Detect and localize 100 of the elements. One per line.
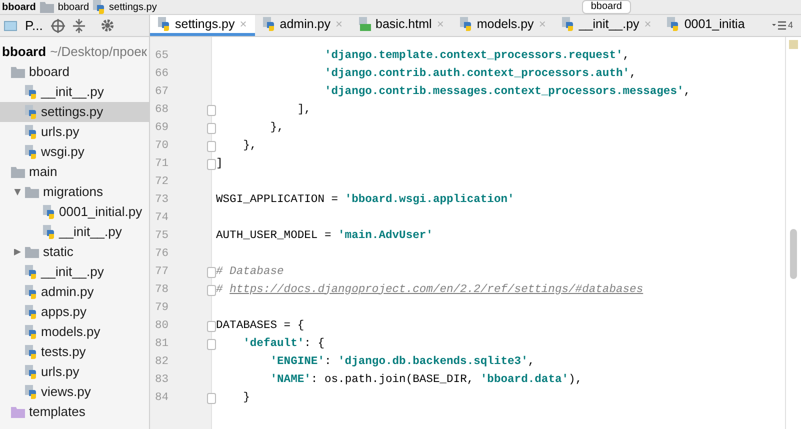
html-file-icon (358, 17, 371, 31)
tree-item-label: wsgi.py (41, 143, 84, 162)
tab-label: 0001_initia (684, 16, 745, 33)
tree-item-label: __init__.py (41, 83, 104, 102)
line-number: 67 (154, 84, 170, 100)
tab-label: models.py (476, 16, 534, 33)
tree-item[interactable]: urls.py (0, 122, 149, 142)
python-file-icon (562, 17, 574, 31)
tree-item-label: __init__.py (59, 223, 122, 242)
tree-item[interactable]: __init__.py (0, 82, 149, 102)
run-config-dropdown[interactable]: bboard (582, 0, 631, 14)
line-number: 70 (154, 138, 170, 154)
tab-label: settings.py (175, 16, 235, 33)
settings-icon[interactable] (100, 19, 114, 32)
python-file-icon (667, 17, 680, 31)
editor-tab[interactable]: 0001_initia (659, 15, 753, 36)
tree-item[interactable]: apps.py (0, 302, 149, 322)
tree-item-label: templates (29, 403, 86, 422)
fold-marker-icon[interactable] (207, 104, 216, 116)
line-number: 84 (154, 390, 170, 406)
crosshair-icon[interactable] (50, 18, 65, 32)
tree-item-label: admin.py (41, 283, 94, 302)
fold-marker-icon[interactable] (207, 158, 216, 170)
python-file-icon (25, 305, 37, 319)
tree-item[interactable]: urls.py (0, 362, 149, 382)
editor-tab[interactable]: models.py × (452, 15, 554, 36)
code-line: } (242, 390, 250, 406)
code-line: AUTH_USER_MODEL = 'main.AdvUser' (216, 228, 433, 244)
tree-item-label: tests.py (41, 343, 86, 362)
code-line: 'default': { (242, 336, 324, 352)
line-number: 72 (154, 174, 170, 190)
fold-marker-icon[interactable] (207, 284, 216, 296)
tree-item-label: settings.py (41, 103, 104, 122)
line-number: 65 (154, 48, 170, 64)
tree-item[interactable]: 0001_initial.py (0, 202, 149, 222)
line-number: 82 (154, 354, 170, 370)
tree-item-label: urls.py (41, 363, 80, 382)
fold-marker-icon[interactable] (207, 320, 216, 332)
project-view-dropdown[interactable]: P... (25, 16, 43, 36)
tab-label: __init__.py (578, 16, 640, 33)
code-line: ] (216, 156, 223, 172)
tree-item[interactable]: views.py (0, 382, 149, 402)
editor-tab[interactable]: basic.html × (350, 15, 452, 36)
code-line: ], (296, 102, 311, 118)
tree-item[interactable]: __init__.py (0, 222, 149, 242)
tree-item-label: models.py (41, 323, 100, 342)
folder-icon (11, 66, 25, 78)
line-number: 83 (154, 372, 170, 388)
breadcrumb[interactable]: bboard (58, 0, 90, 14)
breadcrumb[interactable]: bboard (2, 0, 36, 14)
tree-item[interactable]: models.py (0, 322, 149, 342)
tree-item[interactable]: wsgi.py (0, 142, 149, 162)
project-root-label[interactable]: bboard (2, 42, 46, 62)
python-file-icon (43, 225, 55, 239)
tree-item[interactable]: admin.py (0, 282, 149, 302)
tree-item-label: urls.py (41, 123, 80, 142)
line-number: 81 (154, 336, 170, 352)
editor-tab[interactable]: settings.py × (150, 15, 255, 36)
tab-overflow-count[interactable]: 4 (788, 18, 793, 32)
fold-marker-icon[interactable] (207, 338, 216, 350)
tree-item-label: apps.py (41, 303, 87, 322)
line-number: 79 (154, 300, 170, 316)
tree-item[interactable]: __init__.py (0, 262, 149, 282)
tree-item[interactable]: main (0, 162, 149, 182)
python-file-icon (25, 325, 37, 339)
fold-marker-icon[interactable] (207, 266, 216, 278)
line-number: 77 (154, 264, 170, 280)
python-file-icon (25, 345, 37, 359)
tree-item-label: main (29, 163, 58, 182)
editor-tab[interactable]: __init__.py × (554, 15, 660, 36)
tree-item-label: static (43, 243, 74, 262)
folder-icon (25, 246, 39, 258)
tree-item[interactable]: settings.py (0, 102, 149, 122)
python-file-icon (262, 17, 275, 31)
editor-tab[interactable]: admin.py × (254, 15, 351, 36)
project-path: ~/Desktop/проек (50, 43, 147, 62)
fold-marker-icon[interactable] (207, 140, 216, 152)
scrollbar-thumb[interactable] (790, 229, 797, 279)
line-number: 69 (154, 120, 170, 136)
tree-item[interactable]: bboard (0, 62, 149, 82)
tree-item[interactable]: tests.py (0, 342, 149, 362)
tree-item[interactable]: migrations (0, 182, 149, 202)
tree-item[interactable]: templates (0, 402, 149, 422)
python-file-icon (25, 265, 37, 279)
code-line: WSGI_APPLICATION = 'bboard.wsgi.application' (216, 192, 514, 208)
code-line: # Database (216, 264, 284, 280)
tab-list-icon[interactable] (772, 21, 786, 30)
fold-marker-icon[interactable] (207, 392, 216, 404)
panel-icon (4, 20, 17, 30)
code-line: 'django.contrib.auth.context_processors.auth', (323, 66, 636, 82)
python-file-icon (25, 125, 37, 139)
fold-marker-icon[interactable] (207, 122, 216, 134)
python-file-icon (460, 17, 472, 31)
code-line: # https://docs.djangoproject.com/en/2.2/ref/settings/#databases (216, 282, 644, 298)
tree-item[interactable]: static (0, 242, 149, 262)
python-file-icon (25, 105, 37, 119)
code-line: }, (242, 138, 257, 154)
line-number: 71 (154, 156, 170, 172)
breadcrumb[interactable]: settings.py (109, 0, 157, 14)
collapse-icon[interactable] (72, 18, 85, 32)
